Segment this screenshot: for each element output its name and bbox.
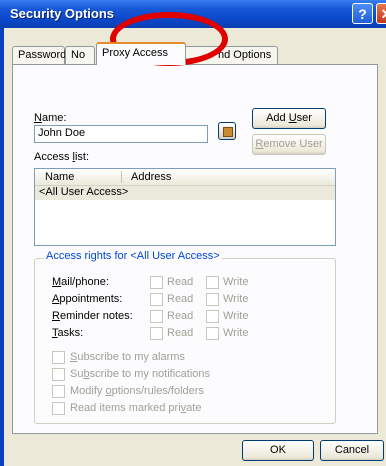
reminder-read-checkbox[interactable]	[150, 310, 163, 323]
reminder-write-label: Write	[223, 310, 249, 322]
mail-write-label: Write	[223, 276, 249, 288]
column-header-address[interactable]: Address	[131, 171, 171, 183]
tab-proxy-access[interactable]: Proxy Access	[96, 42, 186, 65]
security-options-dialog: Security Options ? ✕ Password No nd Opti…	[0, 0, 386, 466]
column-separator[interactable]	[121, 171, 122, 183]
tasks-label: Tasks:	[52, 327, 84, 339]
subscribe-alarms-label: Subscribe to my alarms	[70, 351, 185, 363]
reminder-write-checkbox[interactable]	[206, 310, 219, 323]
tasks-write-label: Write	[223, 327, 249, 339]
subscribe-notifications-label: Subscribe to my notifications	[70, 368, 211, 380]
window-title: Security Options	[10, 6, 115, 21]
name-label: Name:	[34, 112, 67, 124]
mail-write-checkbox[interactable]	[206, 276, 219, 289]
remove-user-button[interactable]: Remove User	[252, 134, 326, 155]
name-input[interactable]: John Doe	[34, 125, 208, 143]
access-list-header: Name Address	[35, 169, 335, 186]
access-rights-title: Access rights for <All User Access>	[44, 250, 222, 262]
appointments-write-label: Write	[223, 293, 249, 305]
tab-notifications[interactable]: No	[65, 46, 95, 64]
add-user-button[interactable]: Add User	[252, 108, 326, 129]
access-list[interactable]: Name Address <All User Access>	[34, 168, 336, 246]
close-icon[interactable]: ✕	[376, 3, 386, 24]
tab-password[interactable]: Password	[12, 46, 66, 64]
help-icon[interactable]: ?	[352, 3, 373, 24]
subscribe-notifications-checkbox[interactable]	[52, 368, 65, 381]
mail-read-label: Read	[167, 276, 194, 288]
mail-phone-label: Mail/phone:	[52, 276, 109, 288]
read-private-checkbox[interactable]	[52, 402, 65, 415]
dialog-body: Password No nd Options Proxy Access Name…	[4, 28, 386, 466]
access-list-label: Access list:	[34, 151, 90, 163]
mail-read-checkbox[interactable]	[150, 276, 163, 289]
appointments-read-checkbox[interactable]	[150, 293, 163, 306]
modify-options-checkbox[interactable]	[52, 385, 65, 398]
ok-button[interactable]: OK	[242, 440, 314, 461]
reminder-read-label: Read	[167, 310, 194, 322]
appointments-write-checkbox[interactable]	[206, 293, 219, 306]
tasks-read-checkbox[interactable]	[150, 327, 163, 340]
appointments-label: Appointments:	[52, 293, 123, 305]
tasks-read-label: Read	[167, 327, 194, 339]
cancel-button[interactable]: Cancel	[320, 440, 384, 461]
tasks-write-checkbox[interactable]	[206, 327, 219, 340]
subscribe-alarms-checkbox[interactable]	[52, 351, 65, 364]
modify-options-label: Modify options/rules/folders	[70, 385, 204, 397]
appointments-read-label: Read	[167, 293, 194, 305]
address-book-icon	[223, 127, 233, 137]
address-book-button[interactable]	[218, 122, 236, 140]
column-header-name[interactable]: Name	[45, 171, 74, 183]
read-private-label: Read items marked private	[70, 402, 202, 414]
reminder-notes-label: Reminder notes:	[52, 310, 133, 322]
list-item[interactable]: <All User Access>	[35, 186, 335, 200]
